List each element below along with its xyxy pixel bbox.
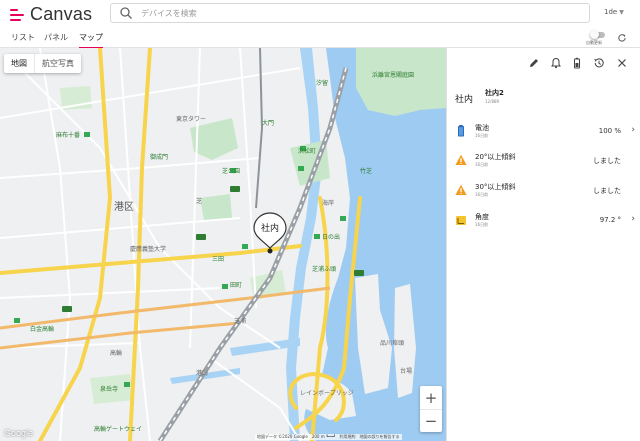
panel-toolbar [447, 56, 640, 72]
status-title: 20°以上傾斜 [475, 153, 516, 161]
tab-list[interactable]: リスト [11, 32, 35, 47]
status-row-angle[interactable]: 角度 16日前 97.2 ° › [455, 210, 635, 234]
zoom-control: + − [420, 386, 442, 432]
map-view[interactable]: 港区 浜松町 竹芝 三田 田町 日の出 芝公園 御成門 麻布十番 白金高輪 大門… [0, 48, 446, 441]
map-label: 麻布十番 [56, 132, 81, 139]
status-timestamp: 16日前 [475, 192, 489, 197]
status-value: しました [593, 157, 621, 165]
user-label: 1de [604, 8, 618, 16]
map-label: 海岸 [322, 200, 335, 207]
close-icon[interactable] [615, 56, 629, 70]
status-value: しました [593, 187, 621, 195]
map-label: レインボーブリッジ [300, 390, 354, 397]
map-label: 港区 [114, 202, 134, 213]
status-row-tilt-20[interactable]: 20°以上傾斜 16日前 しました [455, 150, 635, 174]
map-label: 浜松町 [298, 148, 317, 155]
map-attribution[interactable]: 地図データ ©2020 Google 200 m ┗━━┛ 利用規約 地図の誤り… [255, 434, 402, 440]
map-label: 御成門 [150, 154, 169, 161]
map-label: 三田 [212, 256, 225, 263]
map-label: 汐留 [316, 80, 329, 87]
status-row-battery[interactable]: 電池 16日前 100 % › [455, 121, 635, 145]
refresh-icon[interactable] [617, 33, 627, 43]
map-label: 品川埠頭 [380, 340, 405, 347]
search-input[interactable] [141, 8, 581, 18]
map-label: 台場 [400, 368, 413, 375]
map-label: 浜離宮恩賜庭園 [372, 72, 415, 79]
app-logo[interactable]: Canvas [10, 4, 92, 25]
map-label: 芝 [196, 198, 203, 205]
device-location: 社内2 [485, 89, 504, 97]
edit-icon[interactable] [527, 56, 541, 70]
auto-update-toggle[interactable]: 自動更新 [586, 30, 608, 46]
map-label: 高輪ゲートウェイ [94, 426, 143, 433]
map-label: 港南 [196, 370, 209, 377]
canvas-logo-icon [10, 8, 26, 22]
map-canvas[interactable] [0, 48, 446, 441]
status-row-tilt-30[interactable]: 30°以上傾斜 16日前 しました [455, 180, 635, 204]
device-detail-panel: 社内 社内2 12/889 電池 16日前 100 % › 20°以上傾斜 16… [446, 48, 640, 441]
status-title: 電池 [475, 124, 489, 132]
status-timestamp: 16日前 [475, 133, 489, 138]
angle-icon [456, 216, 466, 225]
map-type-control: 地図 航空写真 [4, 54, 81, 73]
map-label: 日の出 [322, 234, 341, 241]
map-label: 田町 [230, 282, 243, 289]
status-title: 角度 [475, 213, 489, 221]
user-menu[interactable]: 1de ▼ [604, 8, 624, 16]
device-map-pin[interactable]: 社内 [253, 212, 289, 256]
map-label: 芝浦ふ頭 [312, 266, 337, 273]
map-label: 慶應義塾大学 [130, 246, 167, 253]
status-value: 97.2 ° [599, 216, 621, 224]
bell-icon[interactable] [549, 56, 563, 70]
map-label: 白金高輪 [30, 326, 55, 333]
map-label: 芝公園 [222, 168, 241, 175]
status-timestamp: 16日前 [475, 162, 489, 167]
history-icon[interactable] [592, 56, 606, 70]
chevron-right-icon[interactable]: › [631, 214, 635, 224]
battery-icon [458, 125, 464, 137]
device-location-sub: 12/889 [485, 99, 500, 104]
map-label: 東京タワー [176, 116, 207, 123]
battery-settings-icon[interactable] [570, 56, 584, 70]
map-type-roadmap-button[interactable]: 地図 [4, 54, 34, 73]
status-title: 30°以上傾斜 [475, 183, 516, 191]
main-tabs: リスト パネル マップ 自動更新 [0, 28, 640, 49]
zoom-out-button[interactable]: − [420, 409, 442, 432]
status-value: 100 % [598, 127, 621, 135]
map-label: 竹芝 [360, 168, 373, 175]
map-type-satellite-button[interactable]: 航空写真 [34, 54, 81, 73]
auto-update-label: 自動更新 [586, 40, 602, 45]
map-pin-label: 社内 [260, 223, 279, 234]
tab-map[interactable]: マップ [79, 32, 103, 49]
zoom-in-button[interactable]: + [420, 386, 442, 409]
device-search[interactable] [110, 3, 590, 23]
status-timestamp: 16日前 [475, 222, 489, 227]
chevron-down-icon: ▼ [619, 8, 624, 16]
map-label: 泉岳寺 [100, 386, 119, 393]
map-label: 高輪 [110, 350, 123, 357]
warning-icon [455, 184, 467, 195]
app-name: Canvas [30, 4, 93, 24]
warning-icon [455, 154, 467, 165]
toggle-knob [590, 30, 599, 39]
google-logo: Google [4, 428, 34, 438]
device-name: 社内 [455, 95, 474, 105]
chevron-right-icon[interactable]: › [631, 125, 635, 135]
search-icon [120, 7, 132, 19]
map-label: 芝浦 [234, 318, 247, 325]
app-header: Canvas 1de ▼ [0, 0, 640, 28]
map-label: 大門 [262, 120, 275, 127]
tab-panel[interactable]: パネル [44, 32, 68, 47]
